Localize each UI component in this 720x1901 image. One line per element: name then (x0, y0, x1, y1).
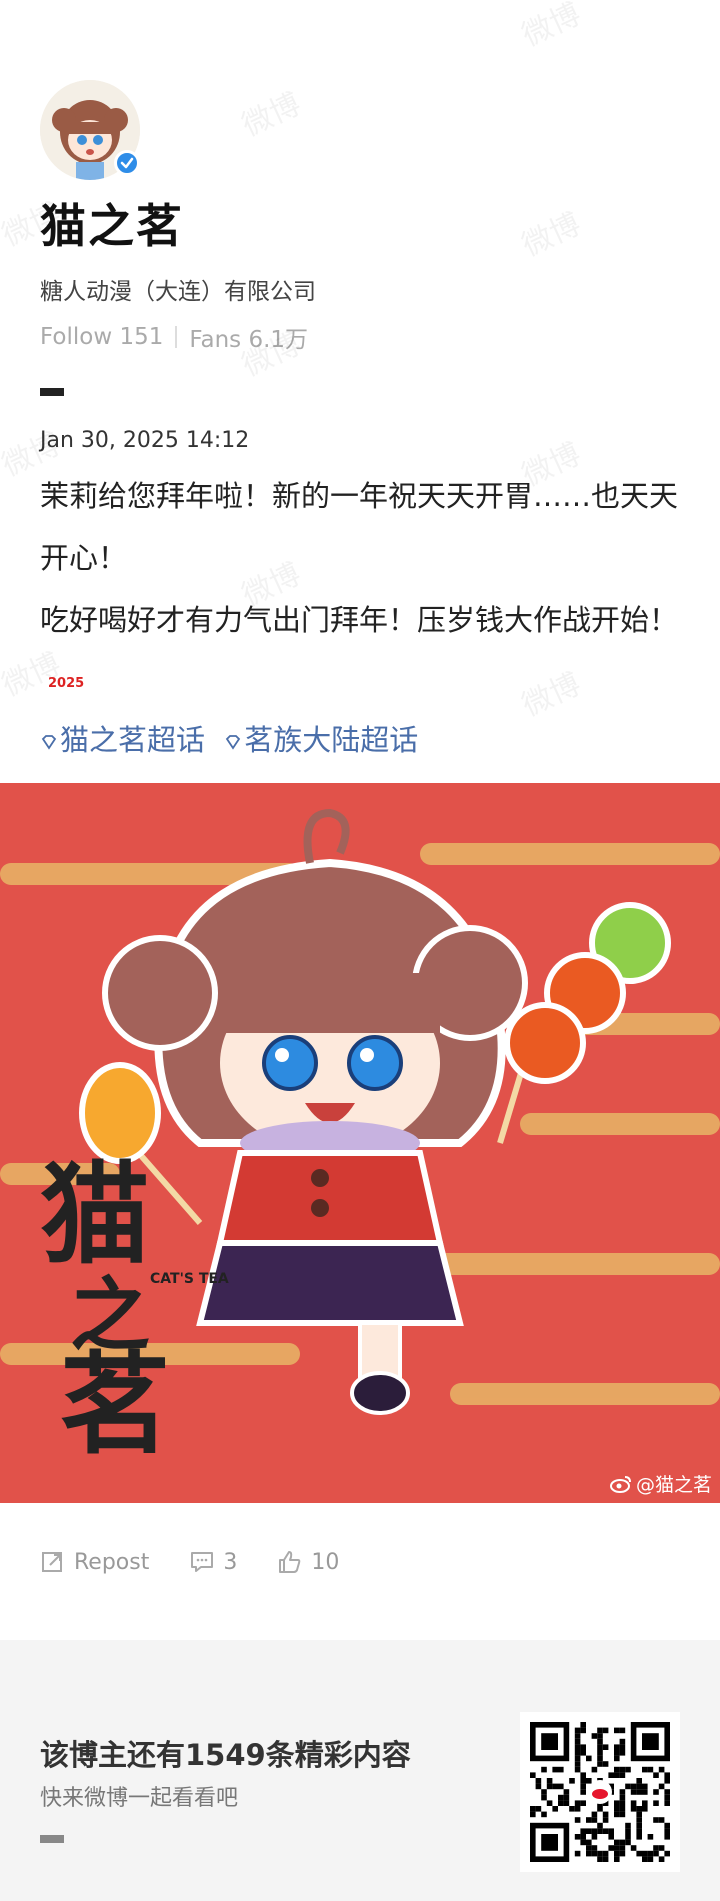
like-button[interactable]: 10 (277, 1549, 339, 1575)
footer-title: 该博主还有1549条精彩内容 (40, 1738, 411, 1772)
qr-code (520, 1712, 680, 1872)
profile-header: 猫之茗 糖人动漫（大连）有限公司 Follow 151 Fans 6.1万 (0, 0, 720, 396)
image-credit: @猫之茗 (609, 1470, 712, 1497)
post-illustration: 猫 之 茗 CAT'S TEA (0, 783, 720, 1503)
follow-count[interactable]: Follow 151 (40, 324, 163, 350)
post-actions: Repost 3 10 (0, 1503, 720, 1621)
stats-divider (175, 326, 178, 348)
weibo-logo-icon (609, 1475, 631, 1493)
comment-button[interactable]: 3 (189, 1549, 237, 1575)
comment-icon (191, 1552, 214, 1572)
logo-small-text: CAT'S TEA (150, 1271, 229, 1287)
emoji-2025-icon: 2025 (48, 676, 85, 691)
fans-count[interactable]: Fans 6.1万 (189, 320, 308, 354)
topic-link-tea-continent[interactable]: 茗族大陆超话 (224, 723, 418, 757)
post-text-line: 茉莉给您拜年啦！新的一年祝天天开胃……也天天开心！ (40, 479, 679, 575)
logo-char: 茗 (60, 1341, 170, 1469)
avatar[interactable] (40, 80, 140, 180)
logo-char: 猫 (40, 1151, 150, 1279)
post-text-line: 吃好喝好才有力气出门拜年！压岁钱大作战开始！2025 (40, 589, 680, 715)
topic-link-cat-tea[interactable]: 猫之茗超话 (40, 723, 214, 757)
promo-footer: 该博主还有1549条精彩内容 快来微博一起看看吧 (0, 1640, 720, 1901)
verified-icon (114, 150, 140, 176)
topic-links: 猫之茗超话 茗族大陆超话 (0, 715, 720, 765)
diamond-icon (226, 735, 241, 750)
profile-name[interactable]: 猫之茗 (40, 190, 680, 256)
diamond-icon (41, 735, 57, 750)
footer-divider (40, 1835, 64, 1843)
profile-stats: Follow 151 Fans 6.1万 (40, 320, 680, 354)
profile-company: 糖人动漫（大连）有限公司 (40, 279, 316, 305)
section-divider (40, 388, 64, 396)
repost-button[interactable]: Repost (40, 1549, 149, 1575)
footer-subtitle: 快来微博一起看看吧 (40, 1786, 239, 1811)
post-image[interactable]: 猫 之 茗 CAT'S TEA @猫之茗 (0, 783, 720, 1503)
like-icon (279, 1551, 301, 1573)
repost-icon (42, 1552, 62, 1572)
post-text: 茉莉给您拜年啦！新的一年祝天天开胃……也天天开心！ 吃好喝好才有力气出门拜年！压… (0, 465, 720, 715)
post-time: Jan 30, 2025 14:12 (40, 428, 250, 453)
